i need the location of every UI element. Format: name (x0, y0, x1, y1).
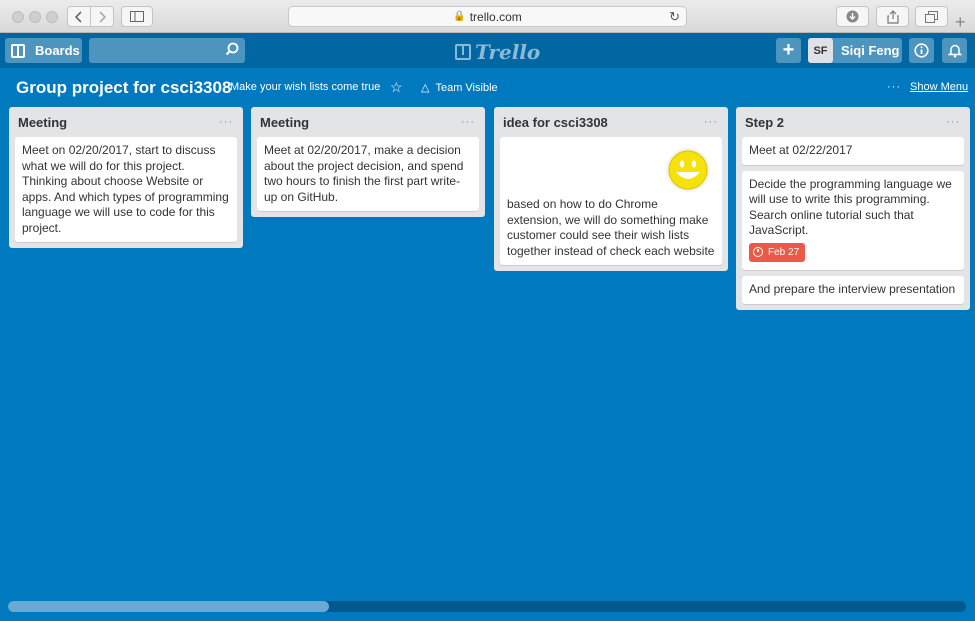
list-meeting-2: Meeting ··· Meet at 02/20/2017, make a d… (251, 107, 485, 217)
download-icon (846, 10, 859, 23)
list-menu-icon[interactable]: ··· (219, 116, 233, 128)
member-name: Siqi Feng (841, 43, 900, 58)
card[interactable]: Meet at 02/20/2017, make a decision abou… (257, 137, 479, 211)
smiley-icon (666, 148, 710, 192)
share-button[interactable] (876, 6, 909, 27)
plus-icon: + (782, 39, 795, 61)
tabs-icon (925, 10, 938, 23)
info-button[interactable] (909, 38, 934, 63)
member-menu-button[interactable]: SF Siqi Feng (808, 38, 902, 63)
scrollbar-thumb[interactable] (8, 601, 329, 612)
forward-button[interactable] (90, 7, 113, 26)
card-text: Meet at 02/22/2017 (749, 143, 853, 157)
more-icon: ··· (887, 81, 901, 93)
list-title[interactable]: Meeting (18, 115, 67, 130)
url-text: trello.com (469, 9, 522, 24)
address-bar[interactable]: 🔒 trello.com ↻ (288, 6, 687, 27)
browser-toolbar: 🔒 trello.com ↻ + (0, 0, 975, 33)
card[interactable]: Meet on 02/20/2017, start to discuss wha… (15, 137, 237, 242)
team-icon: △ (421, 82, 430, 94)
clock-icon (753, 247, 763, 258)
chevron-right-icon (99, 10, 106, 23)
card-text: Meet at 02/20/2017, make a decision abou… (264, 143, 464, 204)
show-menu-button[interactable]: ··· Show Menu (887, 81, 968, 93)
card[interactable]: Meet at 02/22/2017 (742, 137, 964, 165)
back-button[interactable] (68, 7, 90, 26)
board-title[interactable]: Group project for csci3308 (16, 78, 231, 98)
tabs-overview-button[interactable] (915, 6, 948, 27)
info-icon (914, 43, 929, 58)
share-icon (886, 9, 899, 24)
add-button[interactable]: + (776, 38, 801, 63)
list-meeting-1: Meeting ··· Meet on 02/20/2017, start to… (9, 107, 243, 248)
list-title[interactable]: idea for csci3308 (503, 115, 608, 130)
trello-logo[interactable]: Trello (455, 40, 540, 64)
boards-label: Boards (35, 43, 80, 58)
list-menu-icon[interactable]: ··· (704, 116, 718, 128)
list-menu-icon[interactable]: ··· (946, 116, 960, 128)
zoom-window-button[interactable] (46, 11, 58, 23)
app-header: Boards Trello + SF Siqi Feng (0, 33, 975, 68)
list-title[interactable]: Step 2 (745, 115, 784, 130)
card-text: Decide the programming language we will … (749, 176, 952, 238)
history-nav (67, 6, 114, 27)
minimize-window-button[interactable] (29, 11, 41, 23)
list-header[interactable]: Meeting ··· (15, 107, 237, 137)
visibility-label: Team Visible (435, 81, 498, 94)
sidebar-icon (130, 11, 144, 22)
card-text: Meet on 02/20/2017, start to discuss wha… (22, 143, 229, 235)
due-date-badge[interactable]: Feb 27 (749, 242, 806, 262)
search-icon[interactable] (225, 42, 239, 56)
trello-logo-icon (455, 44, 471, 60)
board-description[interactable]: Make your wish lists come true (230, 81, 380, 93)
card-text: based on how to do Chrome extension, we … (507, 197, 715, 258)
list-menu-icon[interactable]: ··· (461, 116, 475, 128)
sidebar-toggle-button[interactable] (121, 6, 153, 27)
avatar: SF (808, 38, 833, 63)
due-date-label: Feb 27 (768, 246, 800, 258)
downloads-button[interactable] (836, 6, 869, 27)
show-menu-label: Show Menu (910, 81, 969, 93)
lock-icon: 🔒 (453, 11, 466, 22)
boards-icon (11, 43, 25, 58)
list-step-2: Step 2 ··· Meet at 02/22/2017 Decide the… (736, 107, 970, 310)
card[interactable]: based on how to do Chrome extension, we … (500, 137, 722, 265)
card-text: And prepare the interview presentation (749, 282, 956, 296)
list-header[interactable]: Step 2 ··· (742, 107, 964, 137)
visibility-button[interactable]: △ Team Visible (421, 81, 498, 95)
star-icon[interactable]: ☆ (390, 79, 403, 96)
list-idea: idea for csci3308 ··· based on how to do… (494, 107, 728, 271)
list-header[interactable]: Meeting ··· (257, 107, 479, 137)
notifications-button[interactable] (942, 38, 967, 63)
chevron-left-icon (75, 10, 82, 23)
logo-text: Trello (475, 40, 541, 64)
close-window-button[interactable] (12, 11, 24, 23)
boards-button[interactable]: Boards (5, 38, 82, 63)
bell-icon (947, 44, 962, 58)
new-tab-button[interactable]: + (955, 12, 966, 33)
list-title[interactable]: Meeting (260, 115, 309, 130)
card[interactable]: And prepare the interview presentation (742, 276, 964, 304)
reload-icon[interactable]: ↻ (669, 9, 680, 25)
list-header[interactable]: idea for csci3308 ··· (500, 107, 722, 137)
card-cover (507, 143, 715, 197)
search-input[interactable] (89, 38, 245, 63)
card[interactable]: Decide the programming language we will … (742, 170, 964, 270)
